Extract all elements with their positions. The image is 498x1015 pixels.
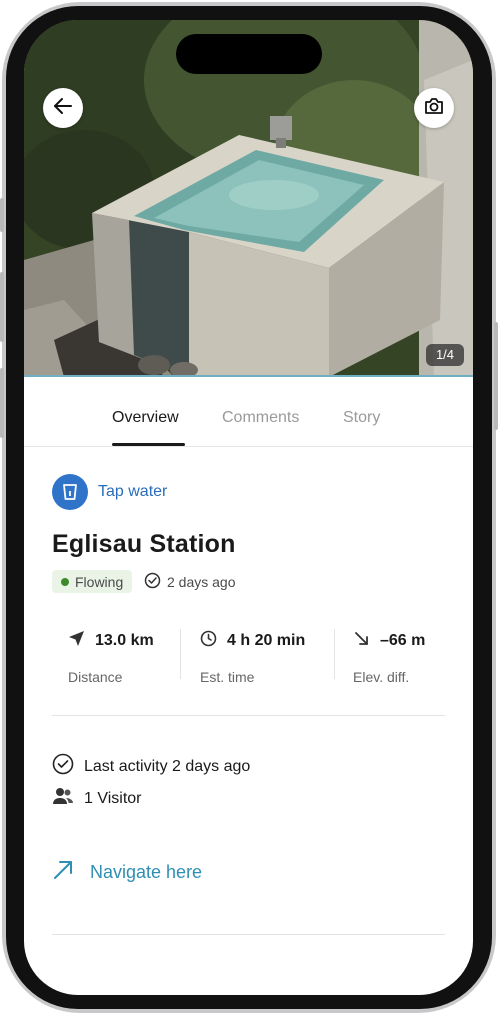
volume-down-button bbox=[0, 368, 4, 438]
stat-elevation-label: Elev. diff. bbox=[353, 669, 410, 685]
photo-progress-bar bbox=[24, 375, 473, 377]
water-glass-icon bbox=[52, 474, 88, 510]
stat-time-value: 4 h 20 min bbox=[227, 632, 306, 649]
stat-divider bbox=[180, 629, 181, 679]
verified-text: 2 days ago bbox=[167, 574, 236, 590]
last-activity-text: Last activity 2 days ago bbox=[84, 757, 251, 775]
tab-overview[interactable]: Overview bbox=[112, 409, 179, 427]
stat-distance-value: 13.0 km bbox=[95, 632, 154, 649]
navigate-button[interactable]: Navigate here bbox=[52, 859, 202, 886]
tab-bar: Overview Comments Story bbox=[24, 383, 473, 447]
stat-time-label: Est. time bbox=[200, 669, 255, 685]
add-photo-button[interactable] bbox=[414, 88, 454, 128]
status-badge: Flowing bbox=[52, 570, 133, 593]
volume-up-button bbox=[0, 272, 4, 342]
navigation-arrow-icon bbox=[68, 630, 85, 652]
users-icon bbox=[52, 785, 74, 812]
visitors-text: 1 Visitor bbox=[84, 789, 142, 807]
camera-icon bbox=[423, 95, 445, 122]
dynamic-island bbox=[176, 34, 322, 74]
stat-distance-label: Distance bbox=[68, 669, 123, 685]
status-dot bbox=[61, 577, 69, 586]
check-circle-icon bbox=[144, 572, 161, 592]
stat-elevation: –66 m Elev. diff. bbox=[353, 630, 425, 685]
check-circle-icon bbox=[52, 753, 74, 780]
back-button[interactable] bbox=[43, 88, 83, 128]
stat-elevation-value: –66 m bbox=[380, 632, 426, 649]
action-button bbox=[0, 198, 4, 232]
descending-arrow-icon bbox=[353, 630, 370, 652]
tab-story[interactable]: Story bbox=[343, 409, 380, 427]
active-tab-indicator bbox=[112, 443, 185, 446]
stat-divider bbox=[334, 629, 335, 679]
place-title: Eglisau Station bbox=[52, 530, 236, 558]
clock-icon bbox=[200, 630, 217, 652]
stat-time: 4 h 20 min Est. time bbox=[200, 630, 305, 685]
photo-counter: 1/4 bbox=[426, 344, 464, 366]
divider bbox=[52, 934, 445, 935]
visitors-row: 1 Visitor bbox=[52, 785, 142, 812]
arrow-left-icon bbox=[52, 95, 74, 122]
navigate-label: Navigate here bbox=[90, 862, 203, 882]
status-text: Flowing bbox=[75, 573, 124, 590]
arrow-up-right-icon bbox=[52, 859, 74, 886]
app-screen: 1/4 Overview Comments Story Tap water Eg… bbox=[24, 20, 473, 995]
place-type-label[interactable]: Tap water bbox=[98, 483, 167, 501]
tab-comments[interactable]: Comments bbox=[222, 409, 299, 427]
divider bbox=[52, 715, 445, 716]
stat-distance: 13.0 km Distance bbox=[68, 630, 154, 685]
last-activity-row: Last activity 2 days ago bbox=[52, 753, 250, 780]
power-button bbox=[494, 322, 498, 430]
verified-time: 2 days ago bbox=[144, 572, 236, 592]
